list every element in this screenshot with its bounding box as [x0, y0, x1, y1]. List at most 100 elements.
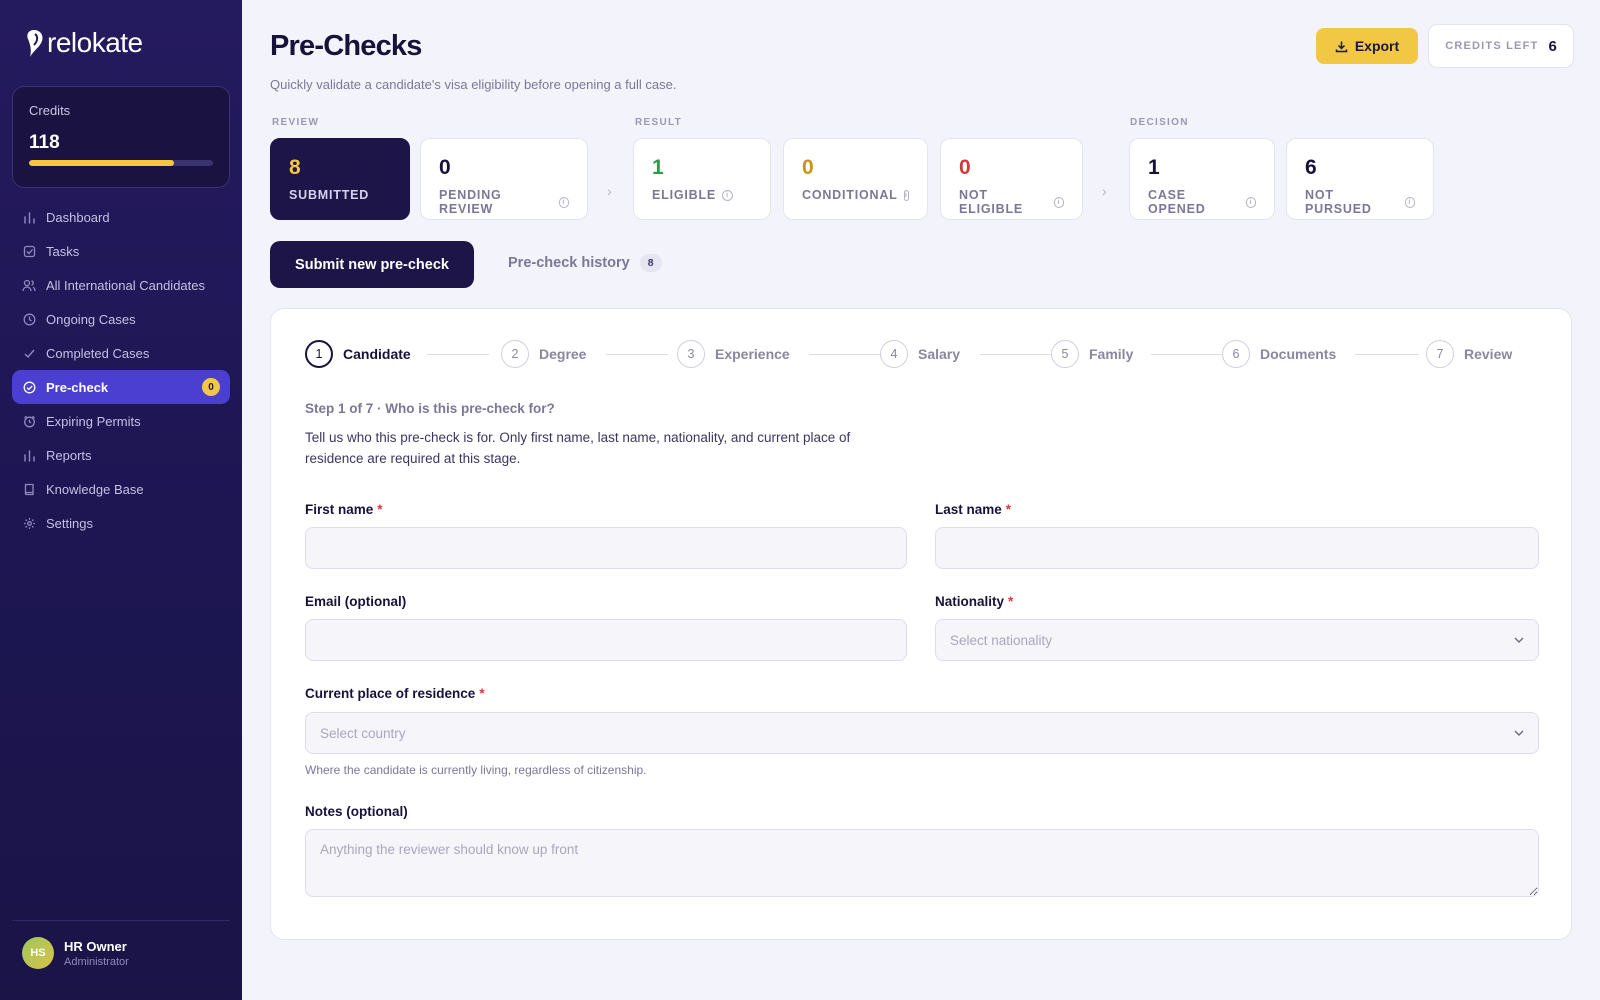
stat-label-text: NOT PURSUED: [1305, 188, 1372, 216]
sidebar-item-label: Settings: [46, 515, 93, 531]
tab-pre-check-history[interactable]: Pre-check history 8: [508, 254, 662, 272]
residence-help-text: Where the candidate is currently living,…: [305, 763, 647, 777]
sidebar-item-label: Ongoing Cases: [46, 311, 136, 327]
step-degree[interactable]: 2 Degree: [501, 340, 586, 368]
users-icon: [22, 278, 36, 292]
step-heading: Step 1 of 7 · Who is this pre-check for?: [305, 401, 555, 416]
stat-label: CASE OPENED i: [1148, 188, 1256, 216]
sidebar-item-knowledge-base[interactable]: Knowledge Base: [12, 472, 230, 506]
clock-icon: [22, 312, 36, 326]
export-button[interactable]: Export: [1316, 28, 1418, 64]
stat-label-text: NOT ELIGIBLE: [959, 188, 1024, 216]
residence-select[interactable]: Select country: [305, 712, 1539, 754]
stat-not-pursued[interactable]: 6 NOT PURSUED i: [1286, 138, 1434, 220]
credits-card: Credits 118: [12, 86, 230, 188]
residence-label: Current place of residence *: [305, 686, 485, 701]
user-name: HR Owner: [64, 938, 127, 954]
chevron-down-icon: [1514, 730, 1524, 736]
stat-case-opened[interactable]: 1 CASE OPENED i: [1129, 138, 1275, 220]
step-salary[interactable]: 4 Salary: [880, 340, 960, 368]
stat-label-text: ELIGIBLE: [652, 188, 717, 202]
stat-conditional[interactable]: 0 CONDITIONAL i: [783, 138, 928, 220]
stat-not-eligible[interactable]: 0 NOT ELIGIBLE i: [940, 138, 1083, 220]
sidebar-item-all-international-candidates[interactable]: All International Candidates: [12, 268, 230, 302]
step-label: Degree: [539, 346, 587, 362]
notes-textarea[interactable]: [305, 829, 1539, 897]
email-label: Email (optional): [305, 594, 406, 609]
nationality-label: Nationality *: [935, 594, 1013, 609]
label-text: Last name: [935, 502, 1002, 517]
sidebar-item-label: Completed Cases: [46, 345, 150, 361]
step-number: 5: [1051, 340, 1079, 368]
step-label: Salary: [918, 346, 961, 362]
sidebar-item-ongoing-cases[interactable]: Ongoing Cases: [12, 302, 230, 336]
sidebar-item-pre-check[interactable]: Pre-check 0: [12, 370, 230, 404]
main-content: Pre-Checks Quickly validate a candidate'…: [242, 0, 1600, 1000]
logo-mark-icon: [27, 30, 43, 57]
alarm-icon: [22, 414, 36, 428]
email-input[interactable]: [305, 619, 907, 661]
step-experience[interactable]: 3 Experience: [677, 340, 790, 368]
step-number: 6: [1222, 340, 1250, 368]
avatar: HS: [22, 937, 54, 969]
stat-value: 0: [439, 156, 451, 179]
book-icon: [22, 482, 36, 496]
info-icon[interactable]: i: [1053, 196, 1064, 208]
user-role: Administrator: [64, 955, 129, 968]
group-label-decision: DECISION: [1130, 117, 1189, 128]
credits-label: Credits: [29, 103, 71, 118]
chevron-right-icon: ›: [1102, 183, 1107, 199]
stat-value: 0: [959, 156, 971, 179]
user-profile[interactable]: HS HR Owner Administrator: [12, 920, 230, 969]
label-text: Email (optional): [305, 594, 407, 609]
stat-label-text: CONDITIONAL: [802, 188, 898, 202]
step-documents[interactable]: 6 Documents: [1222, 340, 1336, 368]
stat-value: 1: [652, 156, 664, 179]
sidebar-item-label: Pre-check: [46, 379, 109, 395]
bar-chart-icon: [22, 448, 36, 462]
sidebar-item-reports[interactable]: Reports: [12, 438, 230, 472]
chevron-right-icon: ›: [607, 183, 612, 199]
notes-label: Notes (optional): [305, 804, 408, 819]
tab-submit-new-pre-check[interactable]: Submit new pre-check: [270, 241, 474, 288]
info-icon[interactable]: i: [903, 189, 909, 201]
info-icon[interactable]: i: [722, 189, 734, 201]
select-placeholder: Select nationality: [950, 632, 1053, 648]
stat-pending-review[interactable]: 0 PENDING REVIEW i: [420, 138, 588, 220]
step-connector: [427, 354, 489, 355]
logo[interactable]: relokate: [26, 28, 143, 58]
sidebar-item-completed-cases[interactable]: Completed Cases: [12, 336, 230, 370]
bar-chart-icon: [22, 210, 36, 224]
stat-eligible[interactable]: 1 ELIGIBLE i: [633, 138, 771, 220]
info-icon[interactable]: i: [558, 196, 569, 208]
step-label: Family: [1089, 346, 1134, 362]
step-family[interactable]: 5 Family: [1051, 340, 1133, 368]
gear-icon: [22, 516, 36, 530]
step-candidate[interactable]: 1 Candidate: [305, 340, 411, 368]
stat-label: NOT PURSUED i: [1305, 188, 1415, 216]
info-icon[interactable]: i: [1245, 196, 1256, 208]
sidebar-item-label: Tasks: [46, 243, 80, 259]
sidebar-item-settings[interactable]: Settings: [12, 506, 230, 540]
sidebar-item-expiring-permits[interactable]: Expiring Permits: [12, 404, 230, 438]
stat-submitted[interactable]: 8 SUBMITTED: [270, 138, 410, 220]
credits-progress-bar: [29, 160, 213, 166]
sidebar-item-label: Expiring Permits: [46, 413, 141, 429]
sidebar-item-dashboard[interactable]: Dashboard: [12, 200, 230, 234]
tab-label: Pre-check history: [508, 255, 630, 271]
step-description: Tell us who this pre-check is for. Only …: [305, 430, 851, 466]
sidebar-item-label: All International Candidates: [46, 277, 205, 293]
step-review[interactable]: 7 Review: [1426, 340, 1512, 368]
step-connector: [1151, 354, 1229, 355]
sidebar-item-tasks[interactable]: Tasks: [12, 234, 230, 268]
nationality-select[interactable]: Select nationality: [935, 619, 1539, 661]
last-name-input[interactable]: [935, 527, 1539, 569]
credits-value: 118: [29, 132, 60, 153]
required-mark: *: [1008, 594, 1014, 609]
step-number: 4: [880, 340, 908, 368]
first-name-input[interactable]: [305, 527, 907, 569]
sidebar-item-label: Knowledge Base: [46, 481, 144, 497]
step-number: 1: [305, 340, 333, 368]
stat-value: 0: [802, 156, 814, 179]
info-icon[interactable]: i: [1404, 196, 1415, 208]
